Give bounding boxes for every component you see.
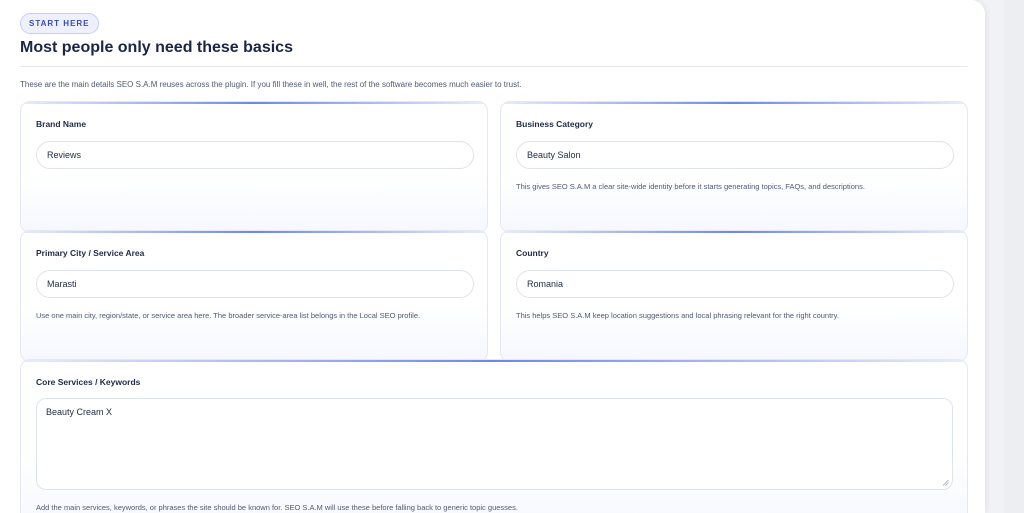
brand-name-card: Brand Name Reviews: [20, 101, 488, 233]
business-category-card: Business Category Beauty Salon This give…: [500, 101, 968, 233]
business-category-input[interactable]: Beauty Salon: [516, 141, 954, 169]
country-help: This helps SEO S.A.M keep location sugge…: [516, 311, 839, 320]
primary-city-label: Primary City / Service Area: [36, 248, 145, 258]
primary-city-help: Use one main city, region/state, or serv…: [36, 311, 421, 320]
section-intro: These are the main details SEO S.A.M reu…: [20, 80, 522, 89]
core-services-value: Beauty Cream X: [46, 407, 113, 417]
brand-name-input[interactable]: Reviews: [36, 141, 474, 169]
primary-city-input[interactable]: Marasti: [36, 270, 474, 298]
country-input[interactable]: Romania: [516, 270, 954, 298]
core-services-help: Add the main services, keywords, or phra…: [36, 503, 518, 512]
section-divider: [20, 66, 968, 67]
page-scroll-gutter: [1004, 0, 1024, 513]
country-card: Country Romania This helps SEO S.A.M kee…: [500, 230, 968, 362]
country-label: Country: [516, 248, 549, 258]
brand-name-label: Brand Name: [36, 119, 87, 129]
resize-handle-icon[interactable]: [942, 479, 949, 486]
start-here-badge: START HERE: [20, 13, 99, 34]
core-services-card: Core Services / Keywords Beauty Cream X …: [20, 359, 968, 513]
business-category-label: Business Category: [516, 119, 593, 129]
primary-city-card: Primary City / Service Area Marasti Use …: [20, 230, 488, 362]
core-services-label: Core Services / Keywords: [36, 377, 141, 387]
section-title: Most people only need these basics: [20, 39, 293, 56]
core-services-textarea[interactable]: Beauty Cream X: [36, 398, 953, 490]
business-category-help: This gives SEO S.A.M a clear site-wide i…: [516, 182, 865, 191]
basics-panel: START HERE Most people only need these b…: [0, 0, 985, 513]
